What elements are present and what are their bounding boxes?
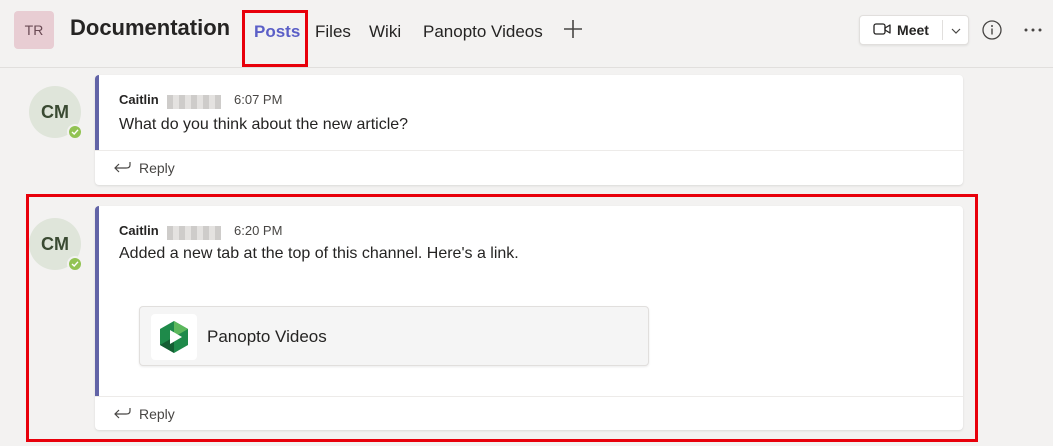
post-message: What do you think about the new article? xyxy=(119,116,409,133)
channel-title: Documentation xyxy=(70,15,231,40)
channel-header: TR Documentation Posts Files Wiki Panopt… xyxy=(0,0,1053,68)
post-highlight xyxy=(26,194,978,442)
add-tab-plus-icon[interactable] xyxy=(562,18,584,40)
meet-dropdown-button[interactable] xyxy=(943,16,969,44)
author-avatar[interactable]: CM xyxy=(29,86,83,140)
reply-label: Reply xyxy=(139,159,175,176)
meet-button-group: Meet xyxy=(859,15,969,45)
post-time: 6:07 PM xyxy=(234,92,283,107)
chevron-down-icon xyxy=(951,21,961,39)
tab-wiki[interactable]: Wiki xyxy=(369,22,401,42)
posts-tab-highlight xyxy=(242,10,308,67)
post-body: Caitlin 6:07 PM What do you think about … xyxy=(95,75,963,150)
avatar-initials: CM xyxy=(41,101,69,122)
post-author[interactable]: Caitlin xyxy=(119,92,159,107)
tab-files[interactable]: Files xyxy=(315,22,351,42)
presence-available-icon xyxy=(67,124,83,140)
meet-button[interactable]: Meet xyxy=(860,16,942,44)
reply-arrow-icon xyxy=(113,159,131,176)
reply-button[interactable]: Reply xyxy=(95,150,963,184)
post-card: Caitlin 6:07 PM What do you think about … xyxy=(95,75,963,185)
video-camera-icon xyxy=(873,22,891,39)
more-options-icon[interactable] xyxy=(1022,19,1044,41)
meet-label: Meet xyxy=(897,22,929,38)
team-avatar[interactable]: TR xyxy=(14,11,54,49)
tab-panopto-videos[interactable]: Panopto Videos xyxy=(423,22,543,42)
info-icon[interactable] xyxy=(981,19,1003,41)
redacted-surname xyxy=(167,95,221,109)
